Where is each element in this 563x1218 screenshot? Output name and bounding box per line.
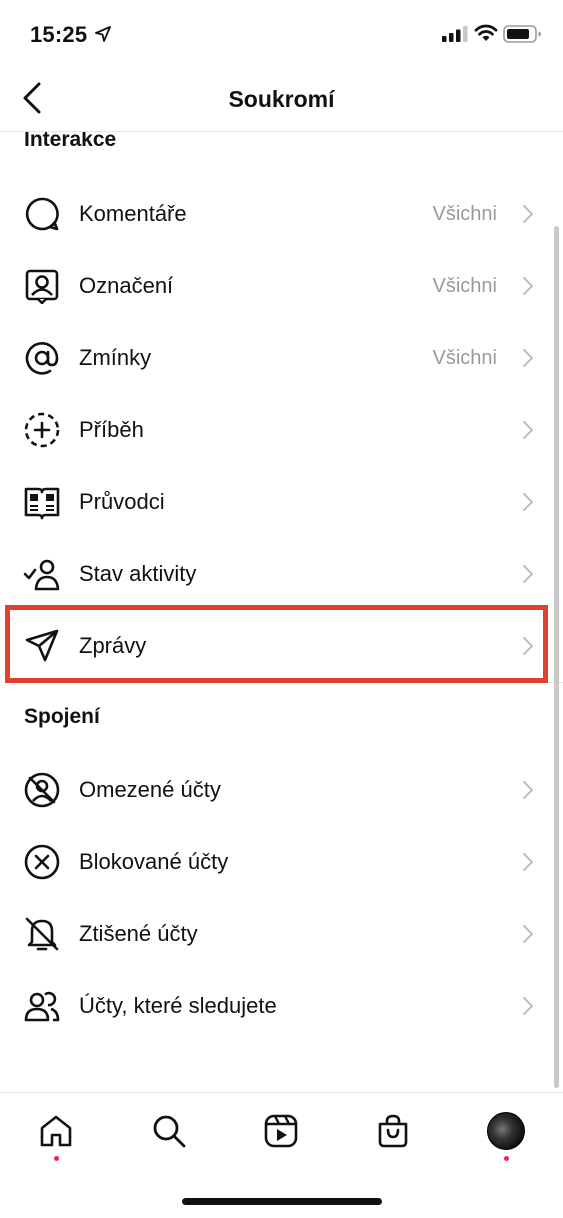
tab-bar (0, 1092, 563, 1170)
status-bar: 15:25 (0, 0, 563, 70)
home-notification-dot (54, 1156, 59, 1161)
tab-home[interactable] (34, 1109, 78, 1153)
chevron-right-icon (523, 565, 533, 583)
row-label: Omezené účty (79, 777, 221, 802)
row-blocked-accounts[interactable]: Blokované účty (0, 826, 563, 898)
chevron-right-icon (523, 853, 533, 871)
row-label: Příběh (79, 417, 144, 442)
battery-icon (503, 25, 541, 43)
row-restricted-accounts[interactable]: Omezené účty (0, 754, 563, 826)
row-label: Stav aktivity (79, 561, 197, 586)
shop-icon (378, 1114, 408, 1148)
activity-status-icon (22, 554, 62, 594)
profile-avatar (487, 1112, 525, 1150)
settings-list[interactable]: Interakce Komentáře Všichni Označení Vši… (0, 132, 563, 1092)
highlight-box (5, 605, 548, 683)
row-value: Všichni (432, 346, 497, 369)
row-tags[interactable]: Označení Všichni (0, 250, 563, 322)
row-label: Ztišené účty (79, 921, 198, 946)
row-comments[interactable]: Komentáře Všichni (0, 178, 563, 250)
row-label: Blokované účty (79, 849, 229, 874)
cellular-signal-icon (442, 26, 468, 42)
row-guides[interactable]: Průvodci (0, 466, 563, 538)
at-sign-icon (22, 338, 62, 378)
row-label: Účty, které sledujete (79, 993, 277, 1018)
section-header-interakce: Interakce (24, 132, 117, 151)
row-label: Zmínky (79, 345, 152, 370)
row-followed-accounts[interactable]: Účty, které sledujete (0, 970, 563, 1042)
navigation-bar: Soukromí (0, 70, 563, 132)
row-mentions[interactable]: Zmínky Všichni (0, 322, 563, 394)
chevron-right-icon (523, 421, 533, 439)
row-label: Průvodci (79, 489, 165, 514)
row-muted-accounts[interactable]: Ztišené účty (0, 898, 563, 970)
story-plus-icon (22, 410, 62, 450)
chevron-right-icon (523, 997, 533, 1015)
people-icon (22, 986, 62, 1026)
search-icon (153, 1115, 186, 1148)
home-icon (40, 1115, 72, 1147)
chevron-right-icon (523, 277, 533, 295)
reels-icon (264, 1114, 298, 1148)
tab-search[interactable] (147, 1109, 191, 1153)
wifi-icon (474, 24, 498, 41)
section-header-spojeni: Spojení (24, 705, 100, 728)
guide-icon (22, 482, 62, 522)
home-indicator (182, 1198, 382, 1205)
chevron-right-icon (523, 925, 533, 943)
location-arrow-icon (95, 26, 111, 42)
comment-icon (22, 194, 62, 234)
row-story[interactable]: Příběh (0, 394, 563, 466)
tag-person-icon (22, 266, 62, 306)
chevron-right-icon (523, 781, 533, 799)
row-activity-status[interactable]: Stav aktivity (0, 538, 563, 610)
page-title: Soukromí (228, 86, 335, 112)
blocked-icon (22, 842, 62, 882)
row-value: Všichni (432, 202, 497, 225)
chevron-right-icon (523, 349, 533, 367)
row-label: Komentáře (79, 201, 187, 226)
row-label: Označení (79, 273, 174, 298)
muted-bell-icon (22, 914, 62, 954)
tab-shop[interactable] (371, 1109, 415, 1153)
chevron-right-icon (523, 493, 533, 511)
tab-reels[interactable] (259, 1109, 303, 1153)
row-value: Všichni (432, 274, 497, 297)
restricted-icon (22, 770, 62, 810)
scrollbar[interactable] (554, 226, 559, 1088)
chevron-right-icon (523, 205, 533, 223)
status-time: 15:25 (30, 22, 88, 47)
profile-notification-dot (504, 1156, 509, 1161)
tab-profile[interactable] (484, 1109, 528, 1153)
